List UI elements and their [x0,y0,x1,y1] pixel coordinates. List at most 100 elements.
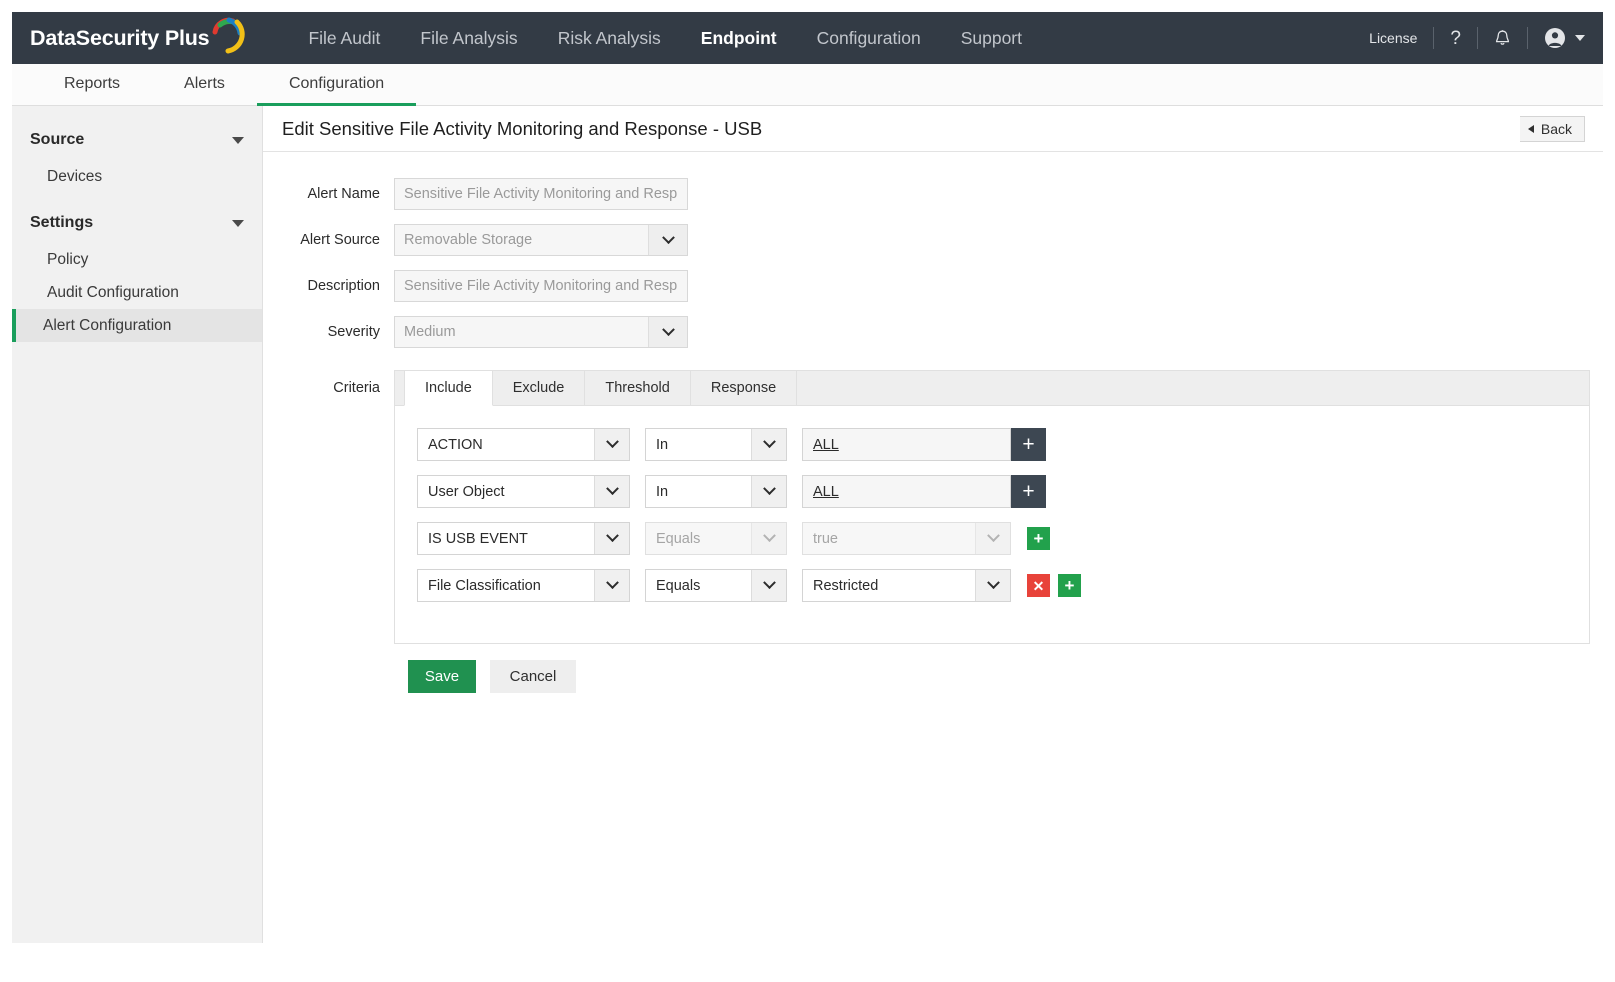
severity-select[interactable]: Medium [394,316,688,348]
criteria-value-select[interactable]: Restricted [802,569,1011,602]
label-alert-source: Alert Source [263,232,394,248]
alert-name-input[interactable]: Sensitive File Activity Monitoring and R… [394,178,688,210]
chevron-down-icon [975,570,1010,601]
criteria-rows: ACTION In ALL [395,406,1589,643]
sidebar-item-alert-configuration[interactable]: Alert Configuration [12,309,262,342]
sidebar-group-label-source: Source [30,131,84,149]
nav-item-file-audit[interactable]: File Audit [288,12,400,64]
caret-down-icon [232,137,244,144]
criteria-operator-select[interactable]: In [645,475,787,508]
form-actions: Save Cancel [408,660,1603,693]
criteria-operator-value: Equals [646,570,751,601]
tab-include[interactable]: Include [404,371,493,406]
label-description: Description [263,278,394,294]
criteria-value: ALL [803,476,1010,507]
criteria-operator-value: Equals [646,523,751,554]
label-criteria: Criteria [263,370,394,396]
cancel-button[interactable]: Cancel [490,660,576,693]
nav-item-support[interactable]: Support [941,12,1042,64]
criteria-value-field[interactable]: ALL [802,428,1011,461]
back-button[interactable]: Back [1520,116,1585,142]
caret-down-icon [232,220,244,227]
remove-criteria-button[interactable]: ✕ [1027,574,1050,597]
alert-source-value: Removable Storage [395,225,648,255]
criteria-value: ALL [803,429,1010,460]
criteria-field-select[interactable]: File Classification [417,569,630,602]
criteria-row: ACTION In ALL [417,428,1589,461]
label-alert-name: Alert Name [263,186,394,202]
swoosh-logo-icon [211,16,245,54]
chevron-down-icon [648,225,687,255]
alert-edit-form: Alert Name Sensitive File Activity Monit… [263,152,1603,693]
chevron-down-icon [751,429,786,460]
nav-item-endpoint[interactable]: Endpoint [681,12,797,64]
criteria-operator-value: In [646,476,751,507]
app-logo-text: DataSecurity Plus [30,26,209,51]
form-row-criteria: Criteria Include Exclude Threshold Respo… [263,370,1603,644]
criteria-field-select[interactable]: User Object [417,475,630,508]
tab-reports[interactable]: Reports [32,64,152,106]
criteria-value: Restricted [803,570,975,601]
criteria-field-value: ACTION [418,429,594,460]
chevron-down-icon [975,523,1010,554]
add-criteria-button[interactable]: + [1058,574,1081,597]
app-window: DataSecurity Plus File Audit File Analys… [0,0,1615,982]
add-criteria-button[interactable]: + [1011,475,1046,508]
sidebar-item-label: Alert Configuration [43,317,171,335]
sidebar-group-settings[interactable]: Settings [12,203,262,243]
sidebar-item-audit-configuration[interactable]: Audit Configuration [12,276,262,309]
criteria-field-select[interactable]: IS USB EVENT [417,522,630,555]
tab-alerts[interactable]: Alerts [152,64,257,106]
criteria-operator-select[interactable]: In [645,428,787,461]
sidebar-item-label: Policy [47,251,88,269]
save-button[interactable]: Save [408,660,476,693]
spacer [12,193,262,203]
nav-item-risk-analysis[interactable]: Risk Analysis [538,12,681,64]
chevron-down-icon [751,570,786,601]
secondary-navigation: Reports Alerts Configuration [12,64,1603,106]
criteria-field-select[interactable]: ACTION [417,428,630,461]
description-input[interactable]: Sensitive File Activity Monitoring and R… [394,270,688,302]
alert-source-select[interactable]: Removable Storage [394,224,688,256]
sidebar-group-source[interactable]: Source [12,120,262,160]
criteria-operator-select[interactable]: Equals [645,522,787,555]
top-header-bar: DataSecurity Plus File Audit File Analys… [12,12,1603,64]
chevron-down-icon [1575,35,1585,41]
page-header: Edit Sensitive File Activity Monitoring … [263,106,1603,152]
plus-icon: + [1065,577,1075,594]
tab-configuration[interactable]: Configuration [257,64,416,106]
criteria-panel: Include Exclude Threshold Response ACTIO… [394,370,1590,644]
app-logo[interactable]: DataSecurity Plus [30,12,245,64]
tab-response[interactable]: Response [690,371,797,405]
header-utility-area: License ? [1353,12,1603,64]
criteria-operator-value: In [646,429,751,460]
user-avatar-icon[interactable] [1528,26,1585,50]
criteria-row: IS USB EVENT Equals true [417,522,1589,555]
plus-icon: + [1022,481,1034,502]
license-link[interactable]: License [1353,26,1433,50]
add-criteria-button[interactable]: + [1027,527,1050,550]
page-title: Edit Sensitive File Activity Monitoring … [282,118,762,140]
criteria-value-field[interactable]: ALL [802,475,1011,508]
sidebar-item-label: Devices [47,168,102,186]
plus-icon: + [1034,530,1044,547]
tab-exclude[interactable]: Exclude [492,371,586,405]
nav-item-file-analysis[interactable]: File Analysis [400,12,537,64]
nav-item-configuration[interactable]: Configuration [797,12,941,64]
tab-threshold[interactable]: Threshold [584,371,690,405]
sidebar-group-label-settings: Settings [30,214,93,232]
sidebar-item-devices[interactable]: Devices [12,160,262,193]
criteria-value-select[interactable]: true [802,522,1011,555]
criteria-row: File Classification Equals Restricted [417,569,1589,602]
add-criteria-button[interactable]: + [1011,428,1046,461]
plus-icon: + [1022,434,1034,455]
main-content: Edit Sensitive File Activity Monitoring … [263,106,1603,943]
form-row-severity: Severity Medium [263,316,1603,348]
form-row-description: Description Sensitive File Activity Moni… [263,270,1603,302]
criteria-operator-select[interactable]: Equals [645,569,787,602]
criteria-row: User Object In ALL [417,475,1589,508]
help-button[interactable]: ? [1434,26,1477,50]
notification-bell-icon[interactable] [1478,26,1527,50]
criteria-field-value: IS USB EVENT [418,523,594,554]
sidebar-item-policy[interactable]: Policy [12,243,262,276]
